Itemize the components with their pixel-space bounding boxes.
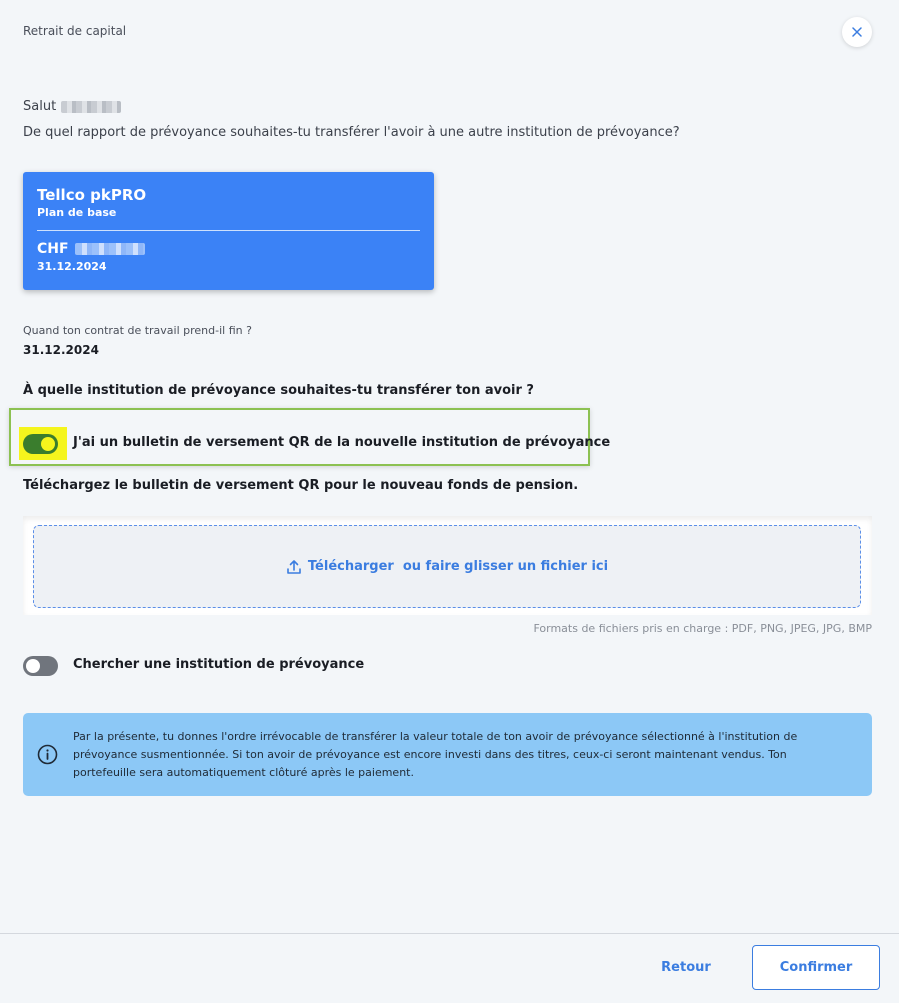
- plan-card-amount: CHF: [37, 241, 420, 257]
- institution-question: À quelle institution de prévoyance souha…: [23, 383, 534, 398]
- qr-bulletin-toggle-label: J'ai un bulletin de versement QR de la n…: [73, 435, 611, 450]
- plan-card-currency: CHF: [37, 241, 69, 257]
- toggle-knob: [26, 659, 40, 673]
- close-icon: [852, 27, 862, 37]
- plan-card-divider: [37, 230, 420, 231]
- qr-bulletin-toggle[interactable]: [23, 434, 58, 454]
- pension-selection-question: De quel rapport de prévoyance souhaites-…: [23, 125, 680, 140]
- dropzone-hint: ou faire glisser un fichier ici: [402, 559, 609, 574]
- footer-divider: [0, 933, 899, 934]
- contract-end-label: Quand ton contrat de travail prend-il fi…: [23, 324, 252, 337]
- plan-card-name: Tellco pkPRO: [37, 186, 147, 204]
- supported-formats: Formats de fichiers pris en charge : PDF…: [533, 622, 872, 635]
- search-institution-toggle[interactable]: [23, 656, 58, 676]
- search-institution-label: Chercher une institution de prévoyance: [73, 657, 365, 672]
- confirm-button[interactable]: Confirmer: [752, 945, 880, 990]
- greeting: Salut: [23, 99, 122, 114]
- window-title: Retrait de capital: [23, 24, 127, 38]
- toggle-knob: [41, 437, 55, 451]
- file-dropzone[interactable]: Télécharger ou faire glisser un fichier …: [33, 525, 861, 608]
- upload-instruction: Téléchargez le bulletin de versement QR …: [23, 478, 579, 493]
- redacted-amount: [74, 243, 145, 255]
- greeting-salutation: Salut: [23, 99, 57, 114]
- info-icon: [37, 744, 58, 765]
- redacted-user-name: [61, 100, 122, 113]
- close-button[interactable]: [842, 17, 872, 47]
- pension-plan-card[interactable]: Tellco pkPRO Plan de base CHF 31.12.2024: [23, 172, 434, 290]
- info-notice-text: Par la présente, tu donnes l'ordre irrév…: [73, 730, 798, 779]
- plan-card-plan: Plan de base: [37, 206, 117, 219]
- contract-end-value: 31.12.2024: [23, 343, 99, 357]
- upload-icon: [287, 559, 301, 574]
- back-button[interactable]: Retour: [650, 952, 722, 982]
- plan-card-date: 31.12.2024: [37, 260, 107, 273]
- upload-link[interactable]: Télécharger: [308, 559, 394, 574]
